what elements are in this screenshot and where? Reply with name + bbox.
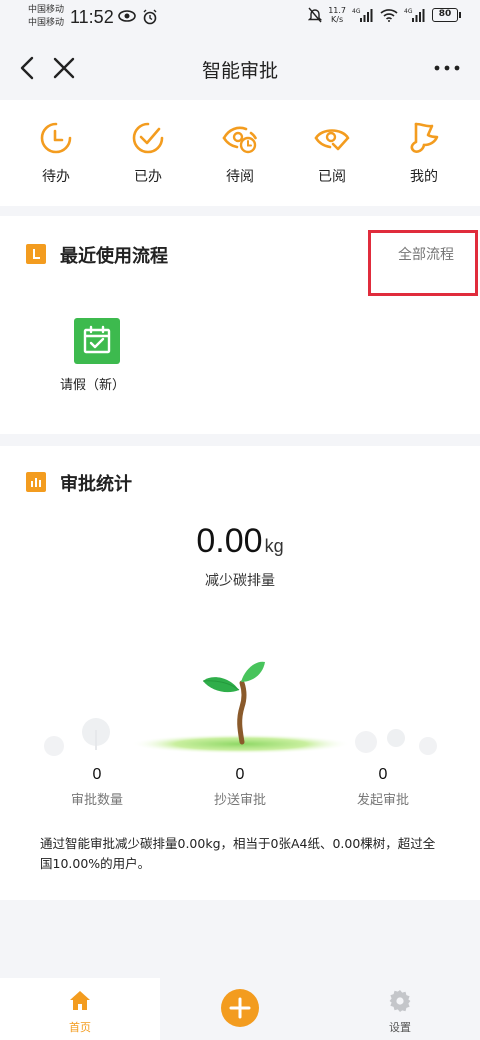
more-icon[interactable] [432,56,462,80]
svg-text:4G: 4G [404,8,413,15]
tab-home-label: 首页 [69,1021,91,1034]
svg-text:4G: 4G [352,8,361,15]
carrier-1: 中国移动 [28,5,65,15]
leave-app-label[interactable]: 请假（新） [60,374,125,393]
recent-section-icon [26,244,46,264]
signal-4g-icon-2: 4G [404,8,425,22]
eye-check-icon [314,129,350,151]
stat-initiated-approval: 0 发起审批 [356,766,409,808]
carbon-summary-text: 通过智能审批减少碳排量0.00kg，相当于0张A4纸、0.00棵树，超过全国10… [40,836,436,871]
carbon-reduction-label: 减少碳排量 [205,573,275,589]
stats-section-icon [26,472,46,492]
quick-item-label: 我的 [410,169,438,185]
plus-icon [229,997,251,1019]
quick-entries: 待办 已办 待阅 已阅 我的 [0,100,480,206]
quick-item-to-read[interactable]: 待阅 [208,120,272,186]
recent-section-title: 最近使用流程 [60,246,168,267]
page-title: 智能审批 [201,60,278,82]
tab-settings-label: 设置 [389,1021,411,1034]
mute-bell-icon [308,7,323,23]
carbon-reduction-value: 0.00 kg [196,522,284,560]
eye-icon [118,10,136,22]
flag-icon [410,122,439,153]
sprout-illustration [44,661,437,756]
quick-item-label: 已阅 [318,169,346,185]
clock-icon [40,122,72,154]
recent-processes-card: 最近使用流程 全部流程 请假（新） [0,216,480,434]
quick-item-label: 待办 [42,169,70,185]
wifi-icon [380,9,398,22]
battery-indicator: 80 [432,8,461,22]
quick-item-done[interactable]: 已办 [116,120,180,186]
quick-item-label: 待阅 [226,169,254,185]
alarm-icon [143,9,157,25]
quick-item-read[interactable]: 已阅 [300,120,364,186]
eye-clock-icon [222,126,257,154]
approval-stats-card: 审批统计 0.00 kg 减少碳排量 0 审批数量 0 抄送审批 0 发起审批 … [0,446,480,900]
add-button[interactable] [221,989,259,1027]
network-speed: 11.7 K/s [328,6,346,24]
gear-icon [389,990,411,1012]
stat-approval-count: 0 审批数量 [70,766,123,808]
stat-cc-approval: 0 抄送审批 [213,766,266,808]
leave-app-tile[interactable] [74,318,120,364]
calendar-check-icon [83,325,111,354]
status-bar: 中国移动 中国移动 11:52 11.7 K/s 4G 4G 80 [0,0,480,36]
signal-4g-icon: 4G [352,8,373,22]
stats-section-title: 审批统计 [60,474,132,495]
home-icon [70,991,90,1010]
carrier-2: 中国移动 [28,18,65,28]
clock: 11:52 [70,7,114,27]
check-circle-icon [132,122,164,154]
tab-settings[interactable]: 设置 [320,978,480,1040]
highlight-annotation [368,230,478,296]
nav-bar: 智能审批 [0,36,480,100]
quick-item-label: 已办 [134,169,162,185]
quick-item-todo[interactable]: 待办 [24,120,88,186]
quick-item-mine[interactable]: 我的 [392,120,456,186]
tab-home[interactable]: 首页 [0,978,160,1040]
